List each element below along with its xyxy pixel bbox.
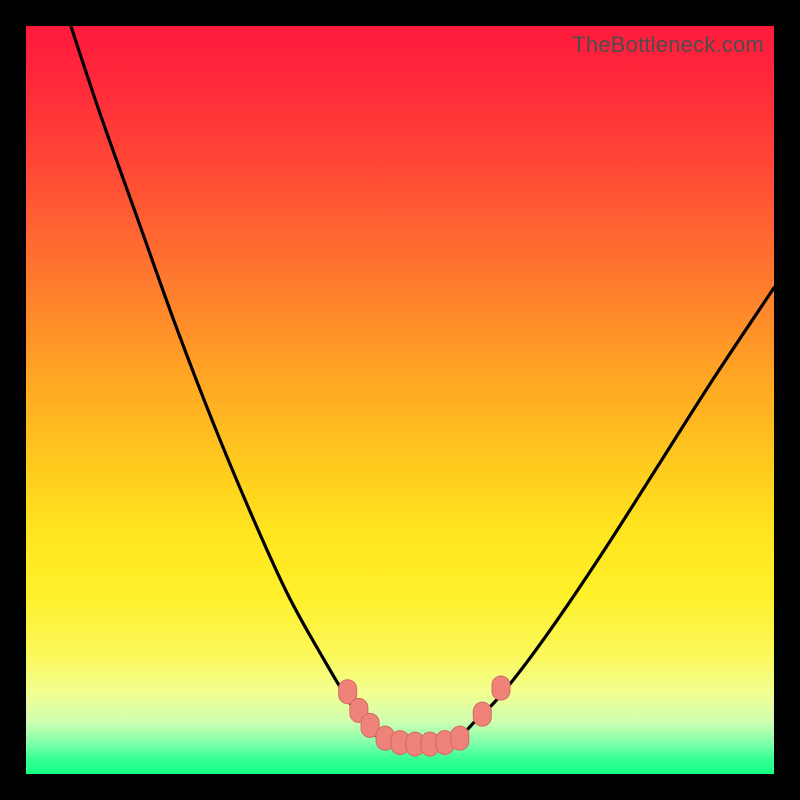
bottleneck-curve [71,26,774,745]
valley-markers [339,676,510,756]
plot-area: TheBottleneck.com [26,26,774,774]
curve-svg [26,26,774,774]
valley-marker [492,676,510,700]
valley-marker [451,726,469,750]
valley-marker [473,702,491,726]
chart-frame: TheBottleneck.com [0,0,800,800]
